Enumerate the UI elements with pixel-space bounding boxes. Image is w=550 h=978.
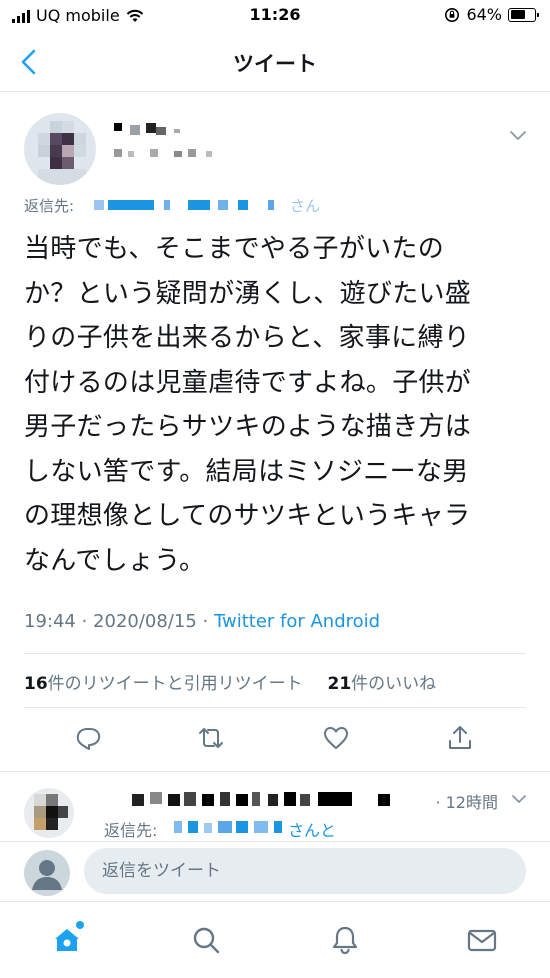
status-right: 64%: [444, 5, 539, 24]
default-user-icon: [32, 860, 62, 890]
mail-icon[interactable]: [466, 924, 498, 956]
nav-bar: ツイート: [0, 32, 550, 92]
reply-to-label: 返信先:: [24, 197, 75, 215]
tweet-date: 2020/08/15: [93, 611, 197, 632]
retweet-icon[interactable]: [196, 723, 226, 753]
meta-separator: ·: [75, 611, 94, 632]
reply-input[interactable]: 返信をツイート: [84, 848, 526, 894]
reply-preview-handles-redacted[interactable]: [174, 821, 288, 835]
compose-avatar: [24, 850, 70, 896]
retweet-label: 件のリツイートと引用リツイート: [47, 674, 303, 694]
tweet-text: 当時でも、そこまでやる子がいたの か？という疑問が湧くし、遊びたい盛 りの子供を…: [24, 234, 472, 576]
page-title: ツイート: [233, 52, 317, 76]
reply-to-suffix: さん: [290, 197, 321, 215]
user-info-redacted[interactable]: [108, 123, 428, 167]
reply-preview-suffix: さんと: [288, 821, 337, 840]
bell-icon[interactable]: [329, 924, 361, 956]
likes-link[interactable]: 21件のいいね: [327, 674, 436, 694]
reply-user-redacted[interactable]: [104, 792, 394, 810]
battery-icon: [508, 7, 539, 22]
like-label: 件のいいね: [351, 674, 437, 694]
heart-icon[interactable]: [321, 723, 351, 753]
search-icon[interactable]: [190, 924, 222, 956]
home-notification-dot: [76, 921, 84, 929]
divider: [24, 707, 526, 708]
tweet-actions: [0, 723, 550, 759]
retweets-link[interactable]: 16件のリツイートと引用リツイート: [24, 674, 303, 694]
like-count: 21: [327, 674, 352, 694]
share-icon[interactable]: [445, 723, 475, 753]
reply-preview[interactable]: · 12時間 返信先: さんと: [0, 771, 550, 841]
chevron-down-icon[interactable]: [510, 790, 528, 808]
avatar[interactable]: [24, 113, 96, 185]
divider: [24, 653, 526, 654]
reply-time: · 12時間: [435, 793, 498, 812]
status-bar: UQ mobile 11:26 64%: [0, 0, 550, 32]
reply-preview-reply-to: 返信先: さんと: [104, 817, 336, 841]
battery-level: [510, 10, 525, 19]
reply-icon[interactable]: [73, 723, 103, 753]
meta-separator: ·: [196, 611, 214, 632]
tweet-time: 19:44: [24, 611, 76, 632]
battery-percent: 64%: [466, 5, 502, 24]
tweet-meta: 19:44 · 2020/08/15 · Twitter for Android: [24, 611, 380, 632]
chevron-down-icon[interactable]: [508, 125, 528, 145]
tweet-source-link[interactable]: Twitter for Android: [214, 611, 380, 632]
tweet-stats: 16件のリツイートと引用リツイート 21件のいいね: [24, 669, 436, 694]
reply-to-line: 返信先: さん: [24, 195, 524, 217]
tab-bar: [0, 901, 550, 978]
reply-preview-label: 返信先:: [104, 821, 158, 840]
reply-avatar[interactable]: [24, 788, 74, 838]
compose-bar: 返信をツイート: [0, 841, 550, 901]
retweet-count: 16: [24, 674, 48, 694]
orientation-lock-icon: [445, 7, 460, 22]
